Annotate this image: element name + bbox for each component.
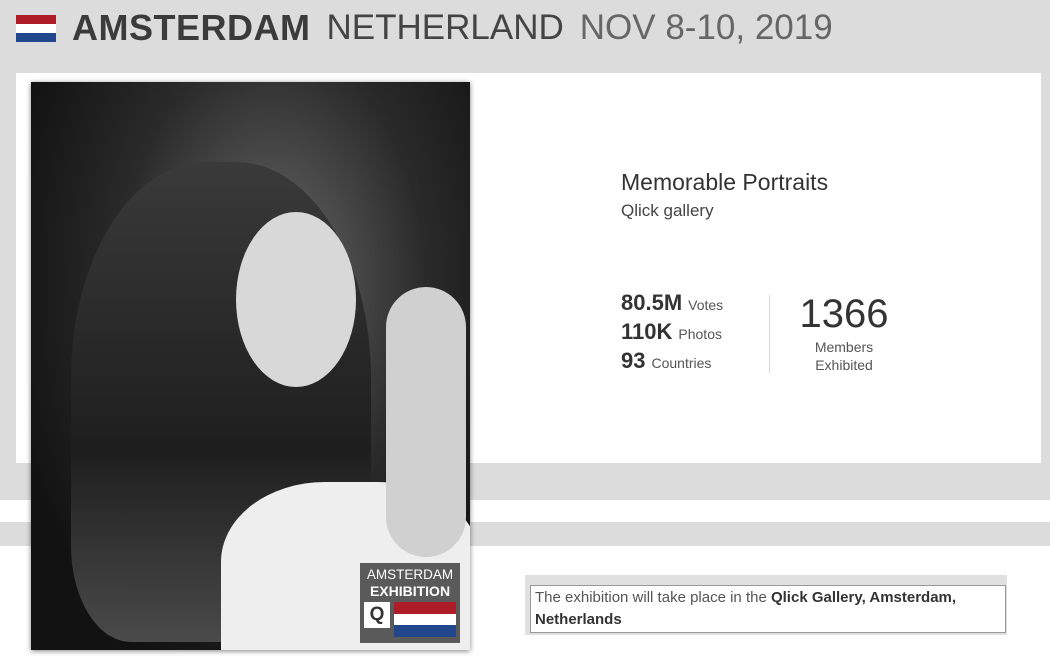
members-count: 1366 [799, 292, 889, 336]
members-label-line2: Exhibited [815, 357, 873, 373]
members-label: Members Exhibited [798, 338, 890, 374]
netherlands-flag-icon [394, 602, 456, 638]
qlick-logo-icon: Q [364, 602, 390, 628]
header-dates: NOV 8-10, 2019 [579, 8, 833, 47]
stat-label: Countries [651, 355, 712, 371]
exhibition-badge: AMSTERDAM EXHIBITION Q [360, 563, 460, 643]
stat-label: Photos [678, 326, 722, 342]
page-header: AMSTERDAM NETHERLAND NOV 8-10, 2019 [16, 6, 833, 50]
stats-divider [769, 295, 770, 373]
stat-countries: 93 Countries [621, 348, 711, 374]
photo-face-shape [236, 212, 356, 387]
badge-logo-row: Q [360, 600, 460, 638]
stat-value: 110K [621, 319, 673, 344]
members-label-line1: Members [814, 339, 874, 355]
badge-city-label: AMSTERDAM [366, 567, 454, 582]
stat-value: 93 [621, 348, 646, 373]
stat-votes: 80.5M Votes [621, 290, 723, 316]
exhibit-title: Memorable Portraits [621, 169, 829, 195]
netherlands-flag-icon [16, 14, 56, 42]
header-country: NETHERLAND [326, 8, 564, 47]
stat-value: 80.5M [621, 290, 683, 315]
stat-photos: 110K Photos [621, 319, 722, 345]
note-prefix: The exhibition will take place in the [535, 589, 771, 606]
exhibition-location-note: The exhibition will take place in the Ql… [530, 585, 1006, 633]
stat-label: Votes [688, 297, 724, 313]
exhibit-subtitle: Qlick gallery [621, 201, 714, 220]
badge-exhibition-label: EXHIBITION [369, 583, 451, 599]
photo-arm-shape [386, 287, 466, 557]
header-city: AMSTERDAM [72, 7, 311, 48]
